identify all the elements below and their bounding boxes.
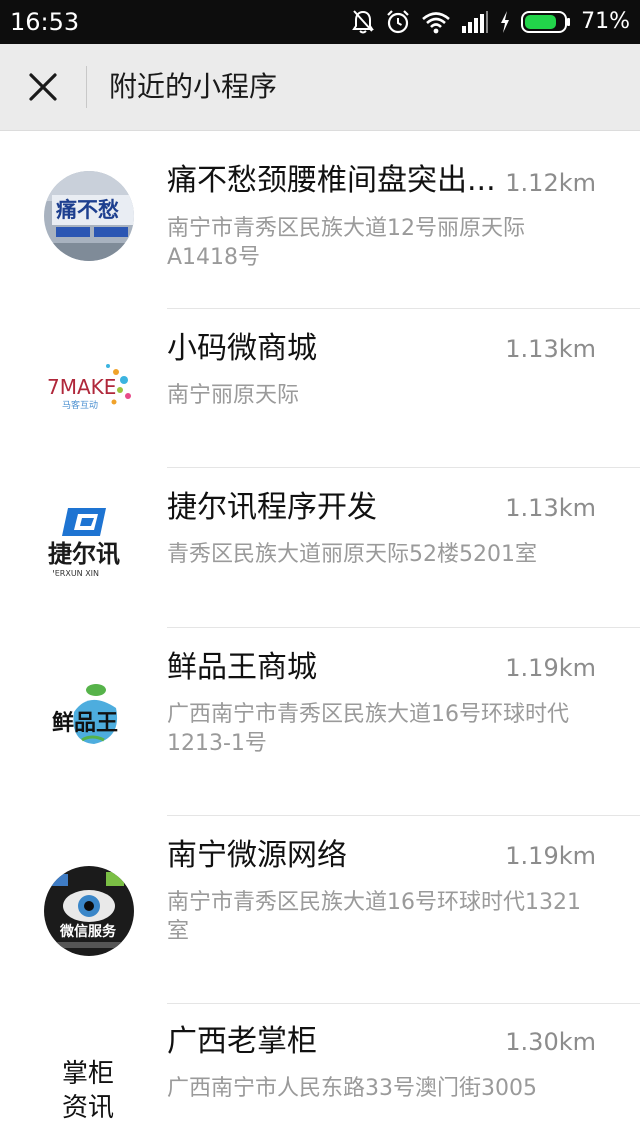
mini-program-list: 痛不愁 痛不愁颈腰椎间盘突出... 1.12km 南宁市青秀区民族大道12号丽原…: [0, 131, 640, 1137]
mini-program-logo: 微信服务: [44, 866, 134, 956]
item-name: 小码微商城: [167, 331, 317, 366]
logo-subtext: JIERXUN XIN: [49, 569, 99, 578]
item-distance: 1.13km: [505, 494, 596, 522]
item-address: 南宁丽原天际: [167, 383, 300, 408]
item-distance: 1.19km: [505, 842, 596, 870]
battery-icon: [521, 11, 571, 33]
alarm-icon: [387, 10, 409, 34]
mini-program-logo: 掌柜 资讯: [44, 1046, 134, 1136]
header: 附近的小程序: [0, 44, 640, 131]
logo-text: 鲜品王: [52, 711, 118, 736]
item-address: 广西南宁市人民东路33号澳门街3005: [167, 1076, 537, 1101]
list-item[interactable]: 7MAKE 马客互动 小码微商城 1.13km 南宁丽原天际: [0, 309, 640, 468]
item-name: 南宁微源网络: [167, 838, 347, 873]
item-distance: 1.30km: [505, 1028, 596, 1056]
item-name: 鲜品王商城: [167, 650, 317, 685]
battery-percent: 71%: [581, 9, 630, 34]
page-title: 附近的小程序: [109, 70, 278, 103]
close-button[interactable]: [22, 66, 64, 108]
item-name: 痛不愁颈腰椎间盘突出...: [167, 163, 496, 198]
item-name: 捷尔讯程序开发: [167, 490, 377, 525]
list-item[interactable]: 掌柜 资讯 广西老掌柜 1.30km 广西南宁市人民东路33号澳门街3005: [0, 1004, 640, 1137]
item-name: 广西老掌柜: [167, 1024, 317, 1059]
item-address: 青秀区民族大道丽原天际52楼5201室: [167, 542, 537, 567]
mini-program-logo: 7MAKE 马客互动: [44, 344, 134, 434]
logo-text: 微信服务: [59, 923, 117, 940]
item-address: 南宁市青秀区民族大道12号丽原天际A1418号: [167, 216, 525, 270]
list-item[interactable]: 鲜品王 鲜品王商城 1.19km 广西南宁市青秀区民族大道16号环球时代1213…: [0, 628, 640, 816]
close-icon: [29, 73, 57, 101]
item-distance: 1.13km: [505, 335, 596, 363]
header-divider: [86, 66, 87, 108]
status-icons: 71%: [351, 6, 630, 38]
logo-text: 7MAKE: [47, 375, 116, 399]
mini-program-logo: 鲜品王: [44, 678, 134, 768]
logo-text: 捷尔讯: [48, 540, 120, 568]
list-item[interactable]: 捷尔讯 JIERXUN XIN 捷尔讯程序开发 1.13km 青秀区民族大道丽原…: [0, 468, 640, 628]
mini-program-logo: 痛不愁: [44, 171, 134, 261]
wifi-icon: [422, 12, 450, 34]
mini-program-logo: 捷尔讯 JIERXUN XIN: [44, 500, 134, 590]
logo-subtext: 马客互动: [62, 399, 98, 411]
charging-icon: [501, 11, 510, 33]
list-item[interactable]: 痛不愁 痛不愁颈腰椎间盘突出... 1.12km 南宁市青秀区民族大道12号丽原…: [0, 131, 640, 309]
status-bar: 16:53 71%: [0, 0, 640, 44]
item-distance: 1.19km: [505, 654, 596, 682]
logo-text: 痛不愁: [56, 198, 119, 222]
signal-icon: [462, 11, 489, 33]
logo-text-line2: 资讯: [62, 1093, 114, 1123]
item-distance: 1.12km: [505, 169, 596, 197]
list-item[interactable]: 微信服务 南宁微源网络 1.19km 南宁市青秀区民族大道16号环球时代1321…: [0, 816, 640, 1004]
mute-bell-icon: [352, 10, 374, 34]
item-address: 南宁市青秀区民族大道16号环球时代1321室: [167, 890, 581, 944]
status-time: 16:53: [10, 8, 80, 36]
item-address: 广西南宁市青秀区民族大道16号环球时代1213-1号: [167, 702, 569, 756]
logo-text-line1: 掌柜: [62, 1059, 114, 1089]
